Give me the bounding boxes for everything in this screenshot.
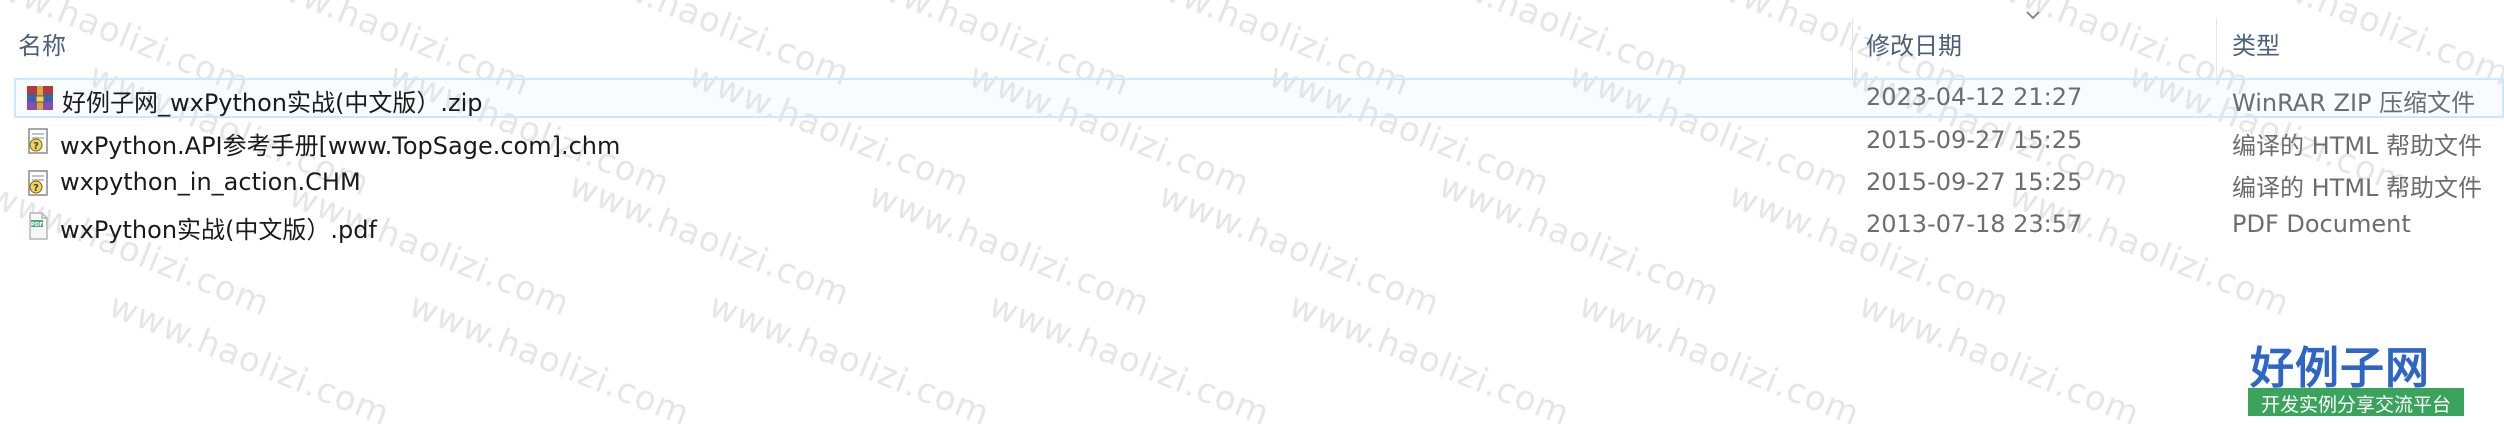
- file-row[interactable]: 好例子网_wxPython实战(中文版）.zip 2023-04-12 21:2…: [14, 78, 2504, 118]
- column-divider[interactable]: [2216, 18, 2217, 80]
- column-header-name[interactable]: 名称: [18, 26, 66, 61]
- file-name[interactable]: 好例子网_wxPython实战(中文版）.zip: [62, 83, 483, 118]
- logo-title: 好例子网: [2250, 343, 2430, 394]
- file-explorer-view: www.haolizi.com www.haolizi.com www.haol…: [0, 0, 2504, 424]
- watermark: www.haolizi.com: [983, 285, 1276, 424]
- file-row[interactable]: ? wxpython_in_action.CHM 2015-09-27 15:2…: [14, 162, 2504, 202]
- winrar-zip-icon: [27, 86, 53, 110]
- file-date: 2023-04-12 21:27: [1866, 83, 2083, 111]
- file-row[interactable]: ? wxPython.API参考手册[www.TopSage.com].chm …: [14, 120, 2504, 160]
- file-type: 编译的 HTML 帮助文件: [2232, 174, 2483, 202]
- chm-help-icon: ?: [28, 128, 48, 154]
- svg-text:?: ?: [33, 183, 39, 194]
- haolizi-logo: 好例子网 开发实例分享交流平台: [2248, 332, 2464, 418]
- file-type: WinRAR ZIP 压缩文件: [2232, 89, 2476, 117]
- file-date: 2013-07-18 23:57: [1866, 210, 2083, 238]
- file-name[interactable]: wxPython.API参考手册[www.TopSage.com].chm: [60, 126, 620, 161]
- sort-chevron-down-icon[interactable]: [2024, 8, 2042, 22]
- watermark: www.haolizi.com: [703, 285, 996, 424]
- file-date: 2015-09-27 15:25: [1866, 168, 2083, 196]
- logo-subtitle: 开发实例分享交流平台: [2260, 394, 2451, 416]
- column-header-type[interactable]: 类型: [2232, 26, 2280, 61]
- file-name[interactable]: wxPython实战(中文版）.pdf: [60, 210, 377, 245]
- column-header-date[interactable]: 修改日期: [1866, 26, 1962, 61]
- watermark: www.haolizi.com: [1283, 285, 1576, 424]
- file-row[interactable]: PDF wxPython实战(中文版）.pdf 2013-07-18 23:57…: [14, 204, 2504, 244]
- file-type: 编译的 HTML 帮助文件: [2232, 132, 2483, 160]
- chm-help-icon: ?: [28, 170, 48, 196]
- column-divider[interactable]: [1852, 18, 1853, 80]
- watermark: www.haolizi.com: [1853, 285, 2146, 424]
- watermark: www.haolizi.com: [403, 285, 696, 424]
- pdf-file-icon: PDF: [29, 212, 48, 240]
- file-name[interactable]: wxpython_in_action.CHM: [60, 168, 361, 196]
- file-date: 2015-09-27 15:25: [1866, 126, 2083, 154]
- file-type: PDF Document: [2232, 210, 2411, 238]
- svg-text:?: ?: [33, 141, 39, 152]
- column-header: 名称 修改日期 类型: [0, 0, 2504, 80]
- watermark: www.haolizi.com: [1573, 285, 1866, 424]
- svg-text:PDF: PDF: [31, 222, 44, 228]
- watermark: www.haolizi.com: [103, 285, 396, 424]
